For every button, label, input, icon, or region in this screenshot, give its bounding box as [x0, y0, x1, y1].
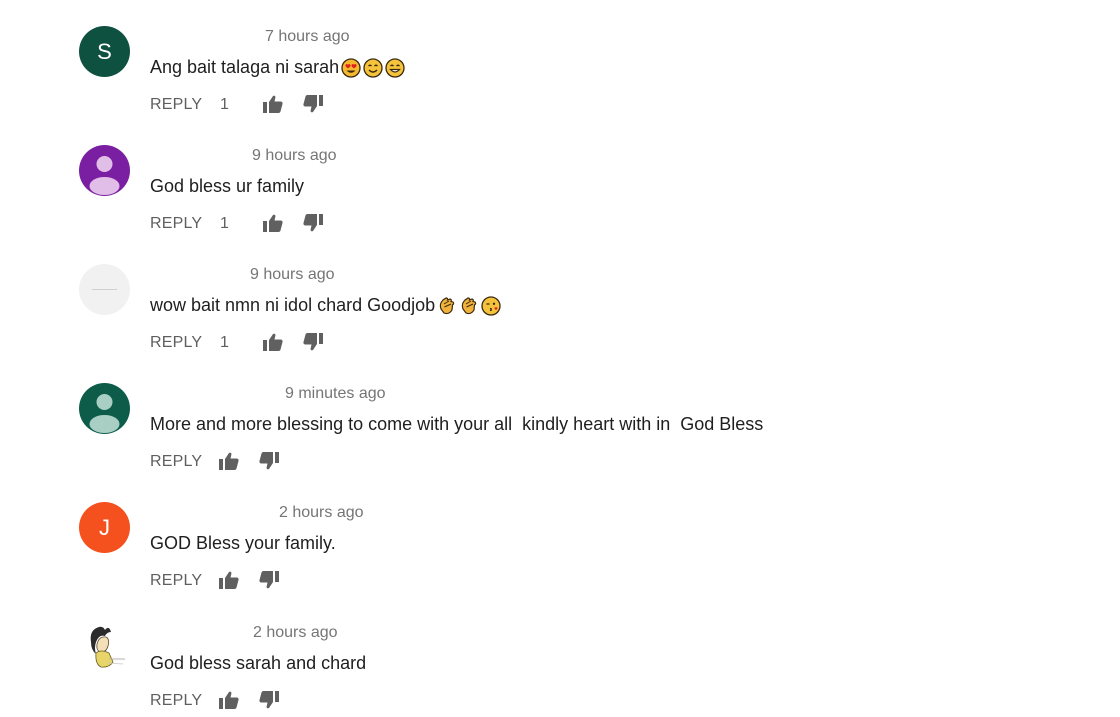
blank-avatar-icon: [92, 289, 117, 290]
avatar-letter: S: [97, 38, 112, 64]
person-icon: [89, 394, 120, 433]
comment-actions: REPLY 1: [150, 333, 326, 353]
comment-timestamp[interactable]: 2 hours ago: [279, 504, 364, 522]
like-count: 1: [220, 215, 229, 232]
cartoon-character-icon: [90, 626, 125, 668]
clapping-hands-emoji: [437, 296, 457, 316]
comment-item: J 2 hours ago GOD Bless your family. REP…: [0, 476, 1120, 595]
thumbs-up-icon[interactable]: [262, 94, 286, 116]
avatar[interactable]: S: [79, 26, 130, 77]
comment-text: GOD Bless your family.: [150, 533, 336, 554]
avatar[interactable]: [79, 264, 130, 315]
thumbs-down-icon[interactable]: [302, 213, 326, 235]
avatar-letter: J: [99, 514, 110, 540]
comment-text: God bless ur family: [150, 176, 304, 197]
comment-actions: REPLY 1: [150, 214, 326, 234]
comment-text: wow bait nmn ni idol chard Goodjob: [150, 295, 501, 316]
comment-body: GOD Bless your family.: [150, 533, 336, 553]
comment-body: More and more blessing to come with your…: [150, 414, 764, 434]
reply-button[interactable]: REPLY: [150, 215, 220, 233]
thumbs-down-icon[interactable]: [302, 94, 326, 116]
comment-actions: REPLY 1: [150, 95, 326, 115]
thumbs-up-icon[interactable]: [218, 690, 242, 712]
comment-item: 2 hours ago God bless sarah and chard RE…: [0, 596, 1120, 715]
comment-item: 9 hours ago God bless ur family REPLY 1: [0, 119, 1120, 238]
heart-eyes-emoji: [341, 57, 361, 78]
comment-text: Ang bait talaga ni sarah: [150, 57, 405, 78]
like-count: 1: [220, 334, 229, 351]
thumbs-down-icon[interactable]: [258, 451, 282, 473]
comment-actions: REPLY: [150, 691, 282, 711]
avatar[interactable]: J: [79, 502, 130, 553]
comment-timestamp[interactable]: 9 hours ago: [250, 266, 335, 284]
comment-item: S 7 hours ago Ang bait talaga ni sarah R…: [0, 0, 1120, 119]
thumbs-down-icon[interactable]: [258, 690, 282, 712]
smiling-emoji: [363, 57, 383, 78]
comment-text: More and more blessing to come with your…: [150, 414, 763, 435]
reply-button[interactable]: REPLY: [150, 572, 220, 590]
thumbs-down-icon[interactable]: [258, 570, 282, 592]
person-icon: [89, 156, 120, 195]
grinning-emoji: [385, 57, 405, 78]
comment-actions: REPLY: [150, 571, 282, 591]
avatar[interactable]: [79, 383, 130, 434]
winking-kiss-emoji: [481, 295, 501, 316]
comment-body: God bless sarah and chard: [150, 653, 367, 673]
comment-item: 9 hours ago wow bait nmn ni idol chard G…: [0, 238, 1120, 357]
comment-timestamp[interactable]: 7 hours ago: [265, 28, 350, 46]
like-count: 1: [220, 96, 229, 113]
avatar[interactable]: [79, 622, 130, 673]
reply-button[interactable]: REPLY: [150, 334, 220, 352]
comment-timestamp[interactable]: 9 minutes ago: [285, 385, 386, 403]
reply-button[interactable]: REPLY: [150, 96, 220, 114]
thumbs-down-icon[interactable]: [302, 332, 326, 354]
comment-body: wow bait nmn ni idol chard Goodjob: [150, 295, 436, 315]
comment-body: God bless ur family: [150, 176, 305, 196]
avatar[interactable]: [79, 145, 130, 196]
clapping-hands-emoji: [459, 296, 479, 316]
thumbs-up-icon[interactable]: [262, 332, 286, 354]
thumbs-up-icon[interactable]: [218, 570, 242, 592]
reply-button[interactable]: REPLY: [150, 453, 220, 471]
comment-timestamp[interactable]: 9 hours ago: [252, 147, 337, 165]
comment-body: Ang bait talaga ni sarah: [150, 57, 340, 77]
comment-timestamp[interactable]: 2 hours ago: [253, 624, 338, 642]
thumbs-up-icon[interactable]: [262, 213, 286, 235]
thumbs-up-icon[interactable]: [218, 451, 242, 473]
comment-text: God bless sarah and chard: [150, 653, 366, 674]
comment-actions: REPLY: [150, 452, 282, 472]
reply-button[interactable]: REPLY: [150, 692, 220, 710]
comment-item: 9 minutes ago More and more blessing to …: [0, 357, 1120, 476]
